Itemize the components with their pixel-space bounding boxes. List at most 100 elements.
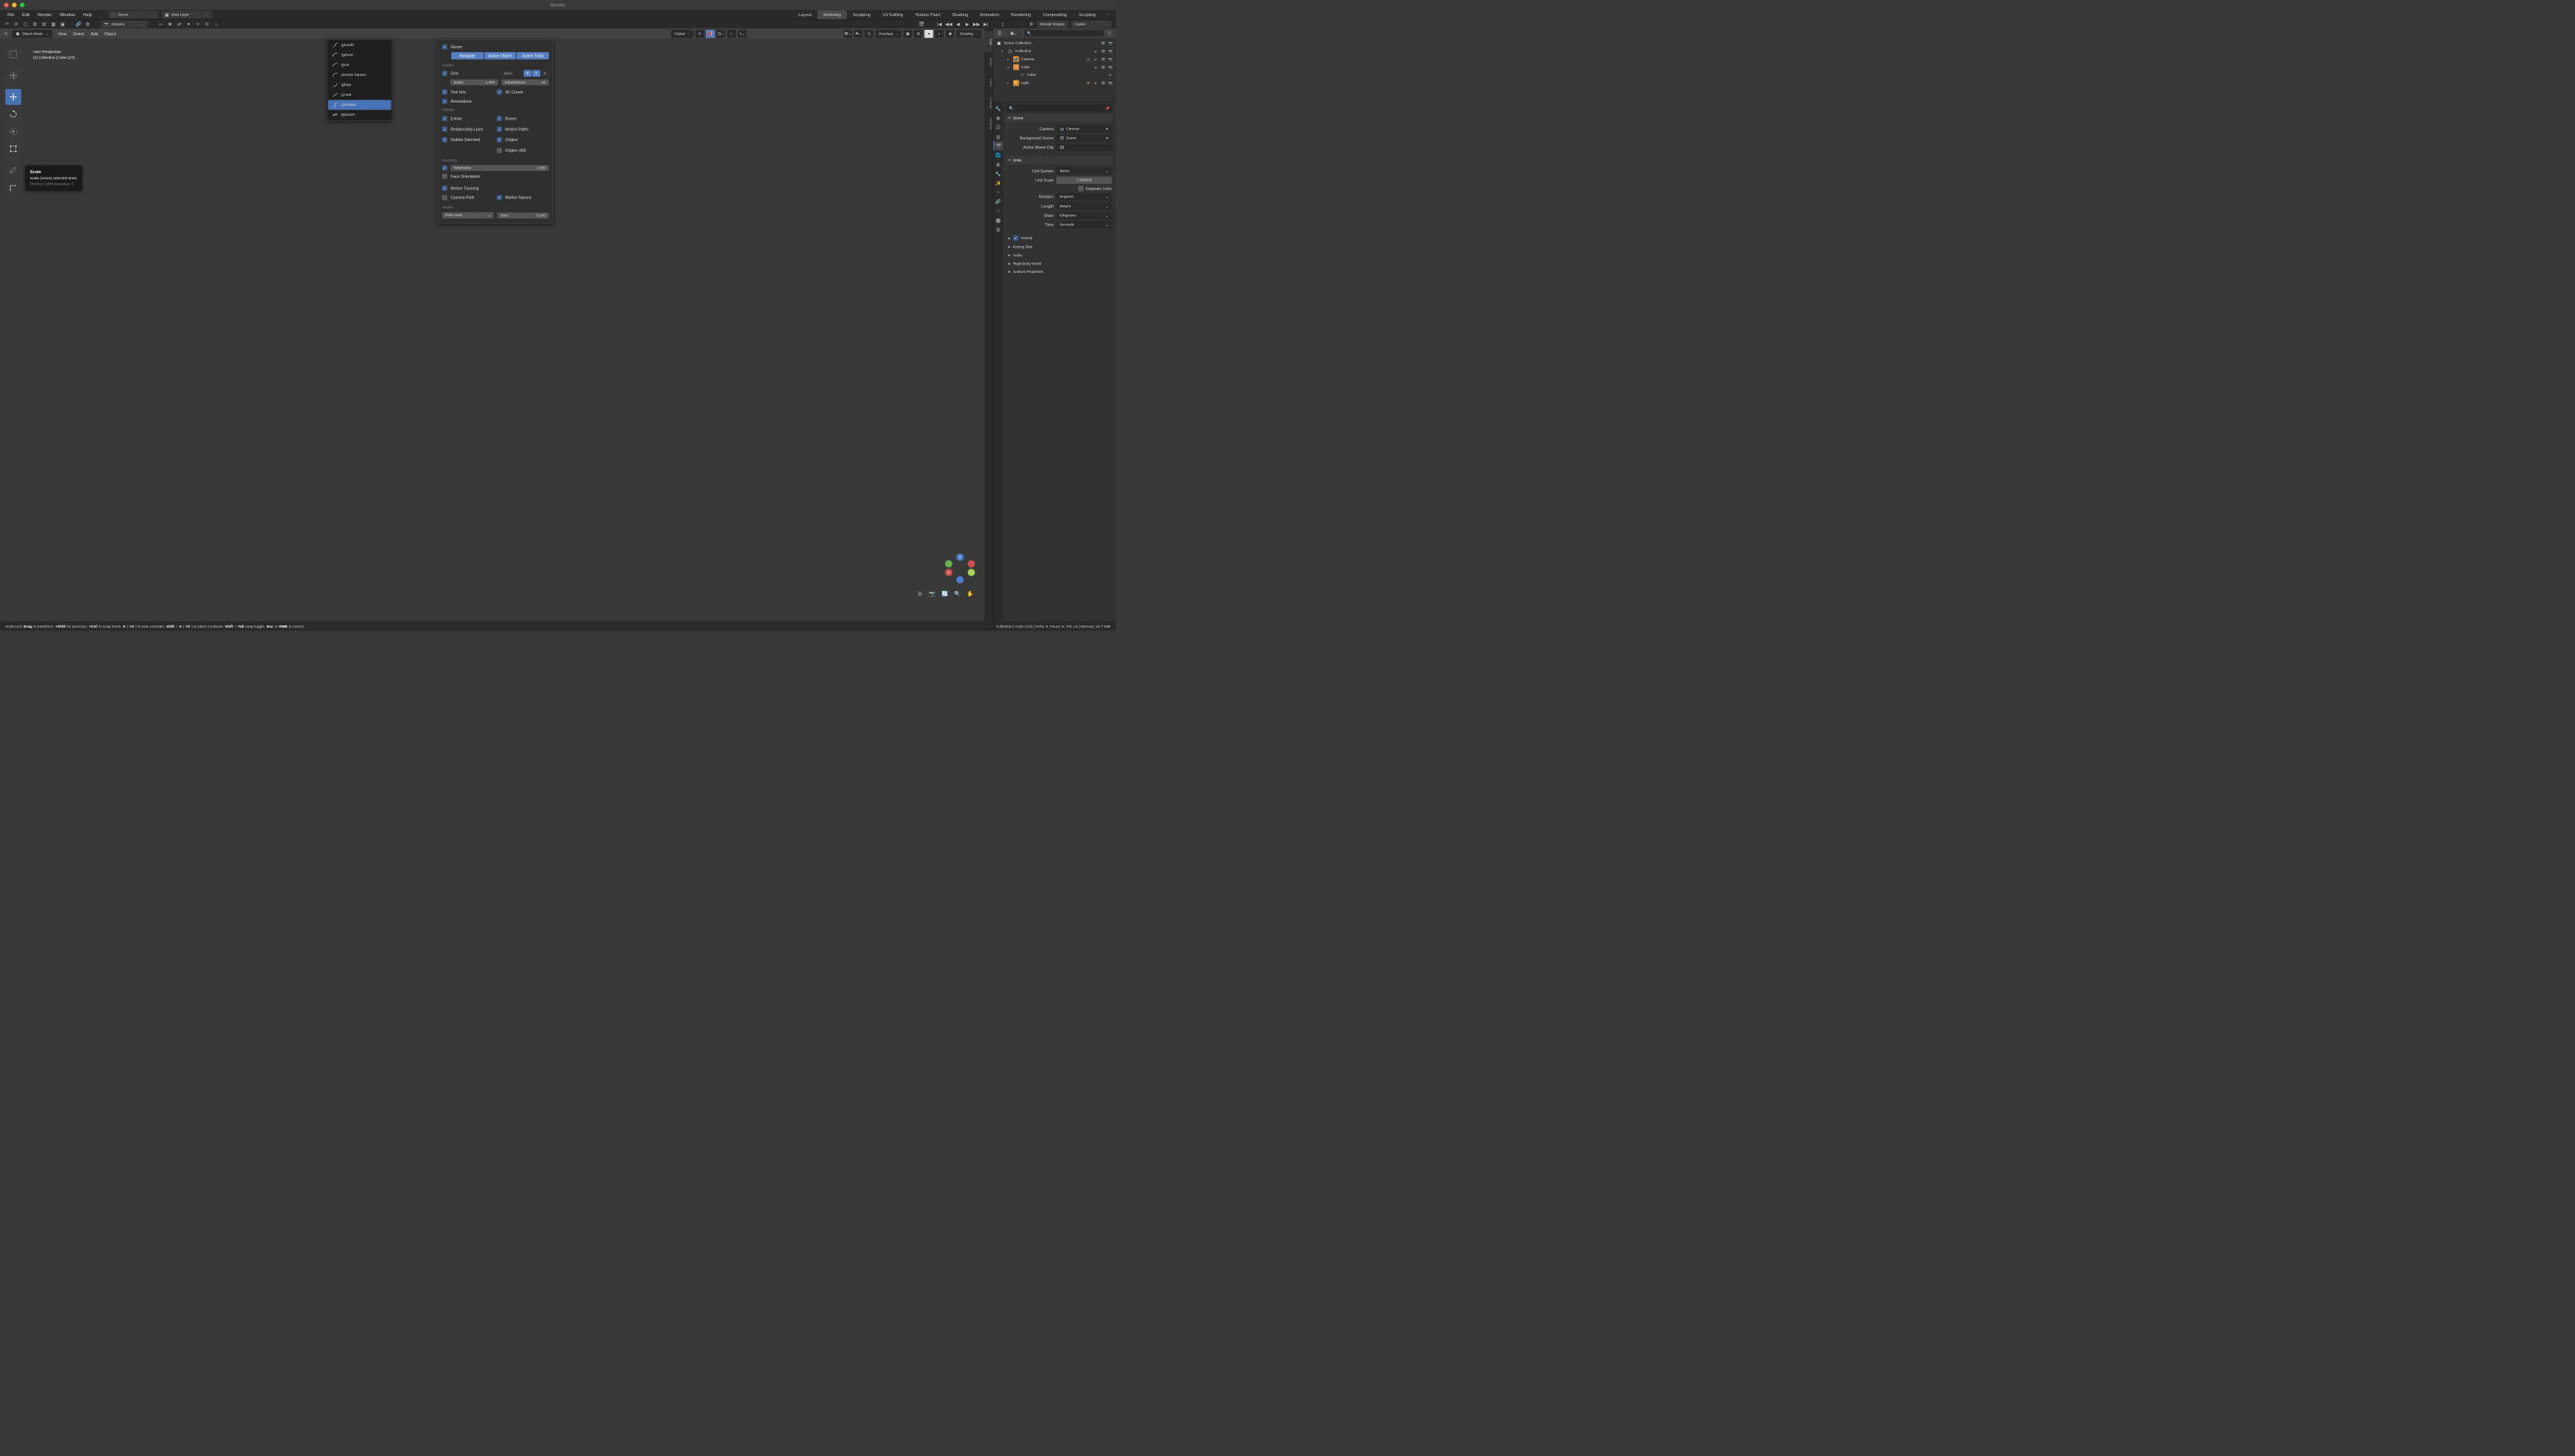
ptab-tool[interactable]: 🔧 (993, 104, 1003, 113)
solid-shading-icon[interactable]: ● (924, 30, 933, 38)
rect-icon[interactable]: ▭ (157, 21, 165, 28)
separate-units-checkbox[interactable] (1078, 186, 1084, 192)
restrict-render-icon[interactable]: 📷 (1107, 41, 1113, 46)
gravity-panel[interactable]: ▸✓Gravity (1005, 234, 1113, 243)
move-icon[interactable]: ✥ (166, 21, 174, 28)
workspace-tab-shading[interactable]: Shading (946, 10, 974, 19)
file-icon[interactable]: ▢ (22, 21, 30, 28)
last-frame-icon[interactable]: ▶| (982, 21, 990, 28)
wireframe-checkbox[interactable]: ✓ (442, 166, 448, 171)
relationship-checkbox[interactable]: ✓ (442, 126, 448, 132)
mode-selector[interactable]: ▣ Object Mode ⌄ (12, 30, 53, 38)
physics-icon[interactable]: ⚛ (194, 21, 202, 28)
ptab-output[interactable]: 🖨 (993, 123, 1003, 132)
expand-icon[interactable]: ▾ (1001, 49, 1005, 54)
wireframe-shading-icon[interactable]: ⊕ (914, 30, 923, 38)
scene-panel-header[interactable]: ▾Scene (1005, 114, 1113, 123)
axis-z-neg[interactable] (956, 576, 964, 584)
text-info-checkbox[interactable]: ✓ (442, 90, 448, 95)
length-field[interactable]: Meters⌄ (1056, 202, 1111, 210)
tool-move[interactable] (5, 89, 21, 105)
grid-icon[interactable]: ⊞ (41, 21, 48, 28)
outliner-cube[interactable]: ▾ ▽ Cube ▸👁📷 (993, 63, 1116, 71)
proportional-toggle-icon[interactable]: ○ (727, 30, 736, 38)
expand-icon[interactable]: ▾ (1007, 65, 1011, 70)
translate-icon[interactable]: ⇄ (175, 21, 183, 28)
play-reverse-icon[interactable]: ◀ (954, 21, 962, 28)
camera-selector[interactable]: 📷 Camera ⌄ (101, 21, 148, 28)
outliner-collection[interactable]: ▾ ▢ Collection ▸👁📷 (993, 48, 1116, 55)
grid-checkbox[interactable]: ✓ (442, 71, 448, 76)
axis-z-pos[interactable]: Z (956, 553, 964, 561)
nav-grid-icon[interactable]: ⊞ (915, 589, 924, 598)
close-window-button[interactable] (4, 2, 8, 7)
minimize-window-button[interactable] (12, 2, 17, 7)
gizmo-checkbox[interactable]: ✓ (442, 44, 448, 50)
sparkle-icon[interactable]: ✦ (185, 21, 192, 28)
ptab-render[interactable]: ▣ (993, 113, 1003, 123)
axis-y-toggle[interactable]: Y (533, 70, 540, 77)
workspace-tab-texture-paint[interactable]: Texture Paint (909, 10, 946, 19)
axis-y-neg[interactable] (945, 560, 953, 568)
outliner-filter-icon[interactable]: ▽ (1106, 30, 1114, 38)
outline-selected-checkbox[interactable]: ✓ (442, 137, 448, 143)
tool-annotate[interactable] (5, 162, 21, 178)
proportional-falloff-icon[interactable]: ∿⌄ (738, 30, 746, 38)
tool-select-box[interactable] (5, 47, 21, 63)
time-field[interactable]: Seconds⌄ (1056, 221, 1111, 229)
workspace-tab-uv-editing[interactable]: UV Editing (877, 10, 909, 19)
nav-zoom-icon[interactable]: 🔍 (953, 589, 963, 598)
tool-measure[interactable] (5, 179, 21, 195)
material-shading-icon[interactable]: ◐ (935, 30, 943, 38)
keying-sets-panel[interactable]: ▸Keying Sets (1005, 243, 1113, 251)
workspace-tab-scripting[interactable]: Scripting (1073, 10, 1102, 19)
restrict-viewport-icon[interactable]: 👁 (1101, 41, 1106, 46)
copy-icon[interactable]: ⧉ (31, 21, 39, 28)
falloff-inverse-square[interactable]: Inverse Square (328, 70, 391, 80)
ptab-texture[interactable]: ▦ (993, 225, 1003, 234)
menu-edit[interactable]: Edit (18, 11, 34, 18)
menu-help[interactable]: Help (79, 11, 96, 18)
workspace-tab-compositing[interactable]: Compositing (1037, 10, 1073, 19)
menu-window[interactable]: Window (56, 11, 79, 18)
scene-camera-field[interactable]: 📹Camera✕ (1056, 125, 1111, 133)
view-layer-selector[interactable]: ▦ View Layer ⌄ (162, 11, 212, 18)
render-icon[interactable]: 🎬 (918, 21, 926, 28)
origins-checkbox[interactable]: ✓ (497, 137, 502, 143)
marker-names-checkbox[interactable]: ✓ (497, 195, 502, 200)
outliner-camera[interactable]: ▸ 📹 Camera 🎥 ▸👁📷 (993, 55, 1116, 63)
plain-axes-field[interactable]: Plain Axes⌄ (442, 212, 494, 218)
shading-dropdown[interactable]: Shading ⌄ (956, 30, 982, 38)
menu-file[interactable]: File (3, 11, 18, 18)
unit-scale-field[interactable]: 1.000000 (1056, 177, 1111, 185)
link-icon[interactable]: 🔗 (74, 21, 82, 28)
track-size-field[interactable]: Size:0.200 (497, 212, 549, 218)
ptab-scene[interactable]: 🎬 (993, 141, 1003, 150)
expand-icon[interactable]: ▸ (1007, 57, 1011, 61)
workspace-tab-layout[interactable]: Layout (792, 10, 818, 19)
workspace-tab-rendering[interactable]: Rendering (1005, 10, 1037, 19)
maximize-window-button[interactable] (20, 2, 25, 7)
extras-checkbox[interactable]: ✓ (442, 116, 448, 121)
tool-rotate[interactable] (5, 107, 21, 123)
vp-menu-view[interactable]: View (54, 30, 70, 38)
view-icon[interactable]: ▦ (50, 21, 57, 28)
play-icon[interactable]: ▶ (963, 21, 971, 28)
menu-render[interactable]: Render (34, 11, 56, 18)
ptab-physics[interactable]: ⚛ (993, 188, 1003, 197)
motion-paths-checkbox[interactable]: ✓ (497, 126, 502, 132)
snap-options-icon[interactable]: ⊡⌄ (717, 30, 725, 38)
outliner-scene-collection[interactable]: ▣ Scene Collection 👁📷 (993, 39, 1116, 47)
origins-all-checkbox[interactable] (497, 148, 502, 153)
side-tab-display[interactable]: Display (984, 113, 992, 134)
circle-icon[interactable]: ○ (213, 21, 221, 28)
first-frame-icon[interactable]: |◀ (936, 21, 943, 28)
next-keyframe-icon[interactable]: ▶▶ (973, 21, 981, 28)
xray-icon[interactable]: ▣ (904, 30, 912, 38)
outliner-search[interactable]: 🔍 (1025, 30, 1104, 37)
mass-field[interactable]: Kilograms⌄ (1056, 212, 1111, 219)
ptab-world[interactable]: 🌐 (993, 150, 1003, 159)
falloff-sharp[interactable]: Sharp (328, 80, 391, 90)
bones-checkbox[interactable]: ✓ (497, 116, 502, 121)
tool-cursor[interactable] (5, 67, 21, 84)
